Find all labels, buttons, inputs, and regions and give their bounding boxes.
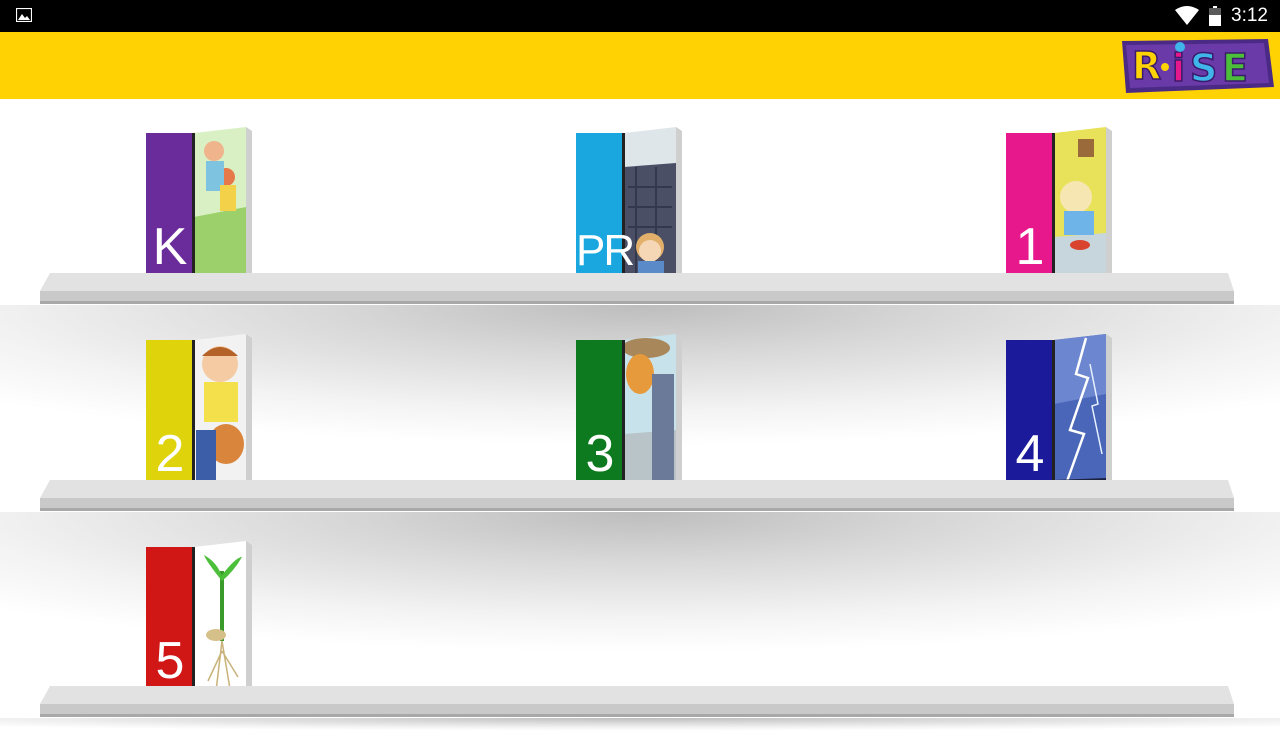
image-icon bbox=[16, 8, 32, 22]
status-time: 3:12 bbox=[1231, 5, 1268, 26]
book-pr[interactable]: PR bbox=[576, 127, 684, 291]
book-k[interactable]: K bbox=[146, 127, 254, 291]
book-label: 4 bbox=[1015, 425, 1045, 483]
app-header: R i S E bbox=[0, 32, 1280, 99]
bookshelf: K PR 1 2 3 4 5 bbox=[0, 99, 1280, 734]
book-label: 1 bbox=[1015, 218, 1045, 276]
book-label: PR bbox=[576, 226, 635, 275]
shelf-1 bbox=[40, 273, 1234, 304]
shelf-2 bbox=[40, 480, 1234, 511]
book-1[interactable]: 1 bbox=[1006, 127, 1114, 291]
battery-icon bbox=[1209, 6, 1222, 26]
svg-text:i: i bbox=[1172, 46, 1185, 90]
svg-text:R: R bbox=[1132, 44, 1161, 88]
svg-text:E: E bbox=[1222, 46, 1248, 90]
book-4[interactable]: 4 bbox=[1006, 334, 1114, 498]
book-label: 2 bbox=[155, 425, 185, 483]
shelf-3 bbox=[40, 686, 1234, 717]
book-5[interactable]: 5 bbox=[146, 541, 254, 705]
book-2[interactable]: 2 bbox=[146, 334, 254, 498]
status-bar: 3:12 bbox=[0, 0, 1280, 32]
book-label: 5 bbox=[155, 632, 185, 690]
wifi-icon bbox=[1175, 6, 1200, 25]
svg-text:S: S bbox=[1190, 46, 1217, 90]
book-label: 3 bbox=[585, 425, 615, 483]
rise-logo[interactable]: R i S E bbox=[1118, 35, 1276, 97]
book-label: K bbox=[152, 218, 188, 276]
book-3[interactable]: 3 bbox=[576, 334, 684, 498]
